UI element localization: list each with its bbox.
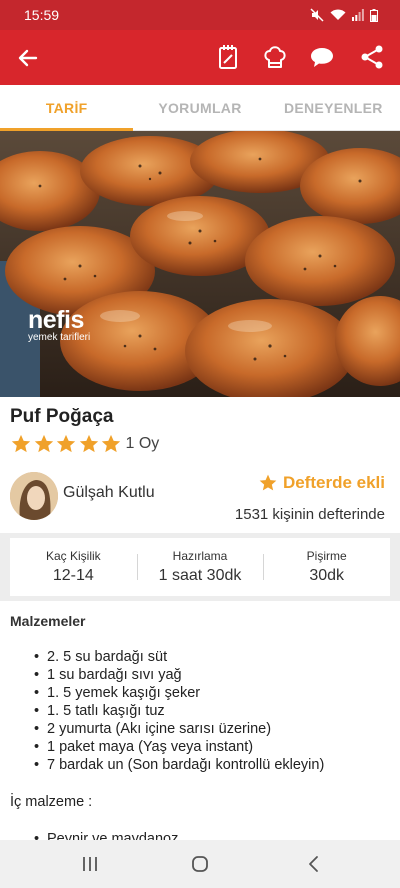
- status-icons: [310, 8, 378, 22]
- back-arrow-icon[interactable]: [14, 44, 42, 72]
- wifi-icon: [330, 9, 346, 20]
- favorite-button[interactable]: Defterde ekli: [258, 473, 385, 493]
- stat-servings: Kaç Kişilik 12-14: [45, 549, 101, 584]
- list-item: 1 su bardağı sıvı yağ: [34, 666, 324, 684]
- list-item: 1. 5 yemek kaşığı şeker: [34, 684, 324, 702]
- star-icon: [101, 434, 121, 453]
- recents-icon[interactable]: [78, 852, 102, 876]
- recipe-title: Puf Poğaça: [10, 406, 114, 427]
- stat-prep-time: Hazırlama 1 saat 30dk: [136, 538, 264, 596]
- tab-yorumlar[interactable]: YORUMLAR: [133, 85, 266, 130]
- vote-count: 1 Oy: [125, 435, 160, 452]
- tab-tarif[interactable]: TARİF: [0, 85, 134, 131]
- star-icon: [79, 434, 98, 453]
- status-time: 15:59: [24, 7, 60, 23]
- app-bar: [0, 30, 400, 85]
- favorite-count: 1531 kişinin defterinde: [234, 506, 385, 523]
- favorite-label: Defterde ekli: [282, 473, 385, 492]
- home-icon[interactable]: [188, 852, 212, 876]
- mute-icon: [310, 8, 324, 22]
- list-item: 1. 5 tatlı kaşığı tuz: [34, 702, 324, 720]
- tab-deneyenler[interactable]: DENEYENLER: [267, 85, 400, 130]
- system-nav-bar: [0, 840, 400, 888]
- stat-cook-time: Pişirme 30dk: [263, 538, 390, 596]
- star-icon: [34, 434, 53, 453]
- stats-card: Kaç Kişilik 12-14 Hazırlama 1 saat 30dk …: [10, 538, 390, 596]
- nefis-logo: nefis yemek tarifleri: [28, 306, 91, 343]
- author-avatar[interactable]: [10, 472, 58, 520]
- filling-title: İç malzeme :: [10, 794, 93, 810]
- star-icon: [11, 434, 31, 453]
- ingredients-title: Malzemeler: [10, 613, 86, 629]
- author-name[interactable]: Gülşah Kutlu: [63, 484, 155, 502]
- list-item: 7 bardak un (Son bardağı kontrollü ekley…: [34, 756, 324, 774]
- chef-hat-icon[interactable]: [260, 42, 290, 72]
- status-bar: 15:59: [0, 0, 400, 30]
- notebook-icon[interactable]: [213, 42, 243, 72]
- battery-icon: [370, 8, 378, 22]
- list-item: 2 yumurta (Akı içine sarısı üzerine): [34, 720, 324, 738]
- recipe-photo: nefis yemek tarifleri: [0, 131, 400, 397]
- star-icon: [259, 474, 277, 491]
- list-item: 2. 5 su bardağı süt: [34, 648, 324, 666]
- rating[interactable]: 1 Oy: [10, 433, 159, 455]
- nav-back-icon[interactable]: [302, 852, 326, 876]
- comment-icon[interactable]: [307, 42, 337, 72]
- signal-icon: [352, 9, 364, 21]
- list-item: 1 paket maya (Yaş veya instant): [34, 738, 324, 756]
- star-icon: [56, 434, 76, 453]
- ingredients-list: 2. 5 su bardağı süt 1 su bardağı sıvı ya…: [34, 648, 324, 774]
- stats-section: Kaç Kişilik 12-14 Hazırlama 1 saat 30dk …: [0, 533, 400, 601]
- tab-bar: TARİF YORUMLAR DENEYENLER: [0, 85, 400, 131]
- share-icon[interactable]: [357, 42, 387, 72]
